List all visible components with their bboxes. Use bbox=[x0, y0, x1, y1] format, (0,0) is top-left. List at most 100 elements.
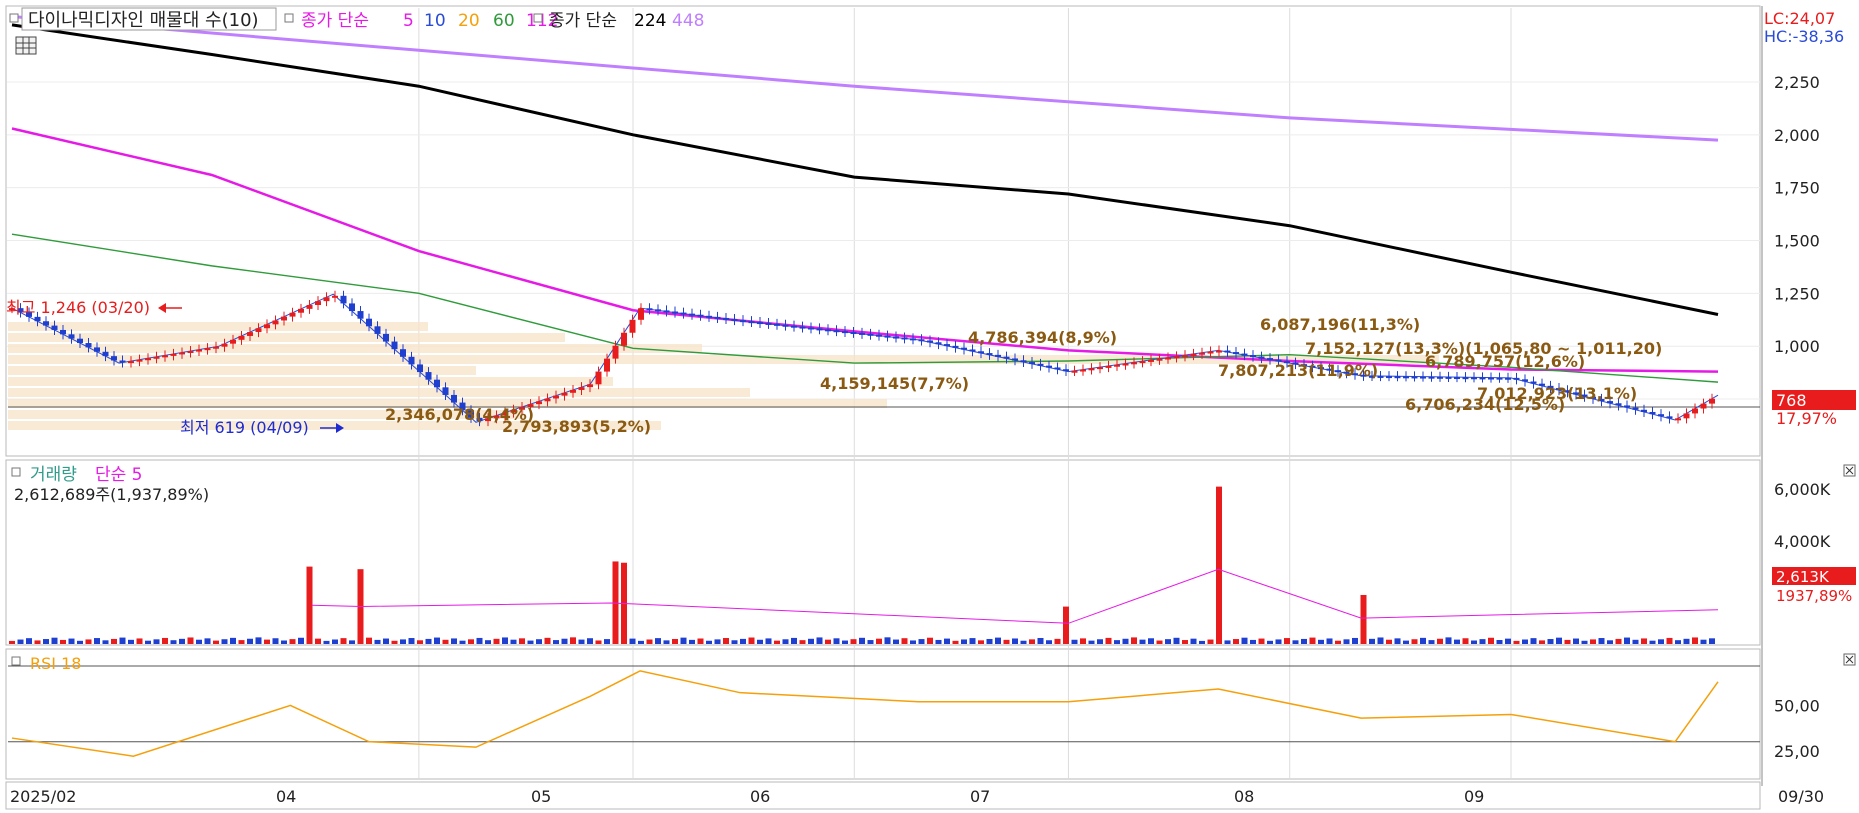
candle-body bbox=[663, 310, 670, 313]
volume-panel[interactable] bbox=[5, 459, 1761, 646]
volume-bar bbox=[60, 639, 66, 644]
candle-body bbox=[706, 315, 712, 318]
candle-body bbox=[604, 358, 610, 372]
candle-body bbox=[1666, 416, 1673, 419]
candle-body bbox=[60, 329, 66, 335]
chart-canvas[interactable]: 2,2502,0001,7501,5001,2501,0007506,000K4… bbox=[0, 0, 1859, 813]
candle-body bbox=[1445, 376, 1452, 379]
candle-body bbox=[655, 309, 661, 312]
volume-bar bbox=[1071, 639, 1078, 644]
candle-body bbox=[1505, 377, 1511, 380]
ma2-checkbox[interactable] bbox=[533, 13, 543, 23]
candle-body bbox=[1709, 398, 1715, 404]
volume-bar bbox=[825, 639, 831, 644]
candle-body bbox=[238, 335, 245, 340]
rsi-checkbox[interactable] bbox=[11, 656, 21, 666]
candle-body bbox=[1148, 359, 1154, 362]
candle-body bbox=[791, 325, 797, 328]
candle-body bbox=[1012, 358, 1018, 361]
volume-bar bbox=[604, 639, 610, 644]
ma-checkbox[interactable] bbox=[284, 13, 294, 23]
candle-body bbox=[876, 334, 882, 337]
volume-bar bbox=[1641, 638, 1647, 644]
volume-bar bbox=[944, 638, 950, 644]
volume-bar bbox=[952, 640, 959, 644]
candle-body bbox=[179, 352, 185, 355]
volume-bar bbox=[366, 637, 372, 644]
volume-bar bbox=[680, 637, 687, 644]
volume-bar bbox=[145, 640, 151, 644]
volume-bar bbox=[1428, 640, 1435, 644]
volume-bar bbox=[264, 639, 270, 644]
volume-bar bbox=[493, 638, 500, 644]
volume-bar bbox=[723, 638, 729, 644]
volume-bar bbox=[1709, 638, 1715, 644]
ma-legend-label: 종가 단순 bbox=[301, 11, 369, 31]
candle-body bbox=[264, 324, 270, 329]
volume-bar bbox=[85, 639, 92, 644]
close-icon[interactable] bbox=[1843, 653, 1856, 666]
volume-bar bbox=[323, 640, 330, 644]
rsi-panel[interactable] bbox=[5, 648, 1761, 780]
ma2-legend-label: 종가 단순 bbox=[549, 11, 617, 31]
volume-bar bbox=[247, 638, 253, 644]
volume-bar bbox=[340, 638, 347, 644]
price-badge-pct: 17,97% bbox=[1776, 409, 1837, 428]
candle-body bbox=[1139, 361, 1146, 364]
x-tick-label: 09 bbox=[1464, 787, 1484, 806]
candle-body bbox=[689, 313, 695, 316]
candle-body bbox=[68, 334, 75, 339]
table-icon[interactable] bbox=[15, 36, 37, 55]
candle-body bbox=[94, 347, 100, 352]
volume-ma-label: 단순 5 bbox=[95, 465, 143, 485]
x-tick-label: 08 bbox=[1234, 787, 1254, 806]
stock-label: 다이나믹디자인 매물대 수(10) bbox=[28, 10, 259, 31]
candle-body bbox=[952, 345, 959, 348]
volume-bar bbox=[638, 640, 644, 644]
legend-checkbox[interactable] bbox=[9, 13, 19, 23]
volume-bar bbox=[255, 637, 262, 644]
volume-bar bbox=[425, 638, 432, 644]
volume-bar bbox=[1488, 637, 1494, 644]
volume-bar bbox=[417, 640, 423, 644]
candle-body bbox=[451, 394, 457, 403]
candle-body bbox=[1615, 403, 1622, 406]
candle-body bbox=[1199, 352, 1205, 355]
close-icon[interactable] bbox=[1843, 464, 1856, 477]
volume-bar bbox=[1326, 638, 1333, 644]
rsi-title: RSI 18 bbox=[30, 654, 81, 673]
candle-body bbox=[306, 304, 313, 309]
candle-body bbox=[1156, 358, 1163, 361]
volume-bar bbox=[876, 638, 882, 644]
volume-bar bbox=[833, 638, 840, 644]
candle-body bbox=[1165, 357, 1171, 360]
candle-body bbox=[536, 401, 542, 405]
volume-bar bbox=[706, 640, 712, 644]
volume-bar bbox=[1403, 640, 1409, 644]
volume-bar bbox=[111, 638, 117, 644]
ma-period-60: 60 bbox=[493, 11, 515, 31]
volume-bar bbox=[1513, 640, 1520, 644]
candle-body bbox=[1437, 376, 1443, 379]
volume-bar bbox=[502, 637, 508, 644]
volume-checkbox[interactable] bbox=[11, 467, 21, 477]
volume-bar bbox=[1496, 640, 1503, 644]
volume-bar bbox=[986, 638, 993, 644]
volume-bar bbox=[731, 640, 738, 644]
volume-bar bbox=[595, 640, 602, 644]
volume-bar bbox=[629, 638, 636, 644]
candle-body bbox=[570, 389, 576, 393]
volume-bar bbox=[162, 637, 168, 644]
volume-bar bbox=[1182, 640, 1188, 644]
volume-bar bbox=[459, 640, 466, 644]
lc-value: LC:24,07 bbox=[1764, 9, 1835, 28]
candle-body bbox=[1182, 355, 1188, 358]
volume-bar bbox=[1479, 639, 1486, 644]
volume-bar bbox=[842, 640, 848, 644]
candle-body bbox=[748, 321, 755, 324]
volume-bar bbox=[1088, 640, 1095, 644]
candle-body bbox=[935, 342, 942, 345]
volume-bar bbox=[1471, 640, 1477, 644]
price-tick-label: 1,250 bbox=[1774, 284, 1820, 303]
candle-body bbox=[1207, 351, 1214, 354]
